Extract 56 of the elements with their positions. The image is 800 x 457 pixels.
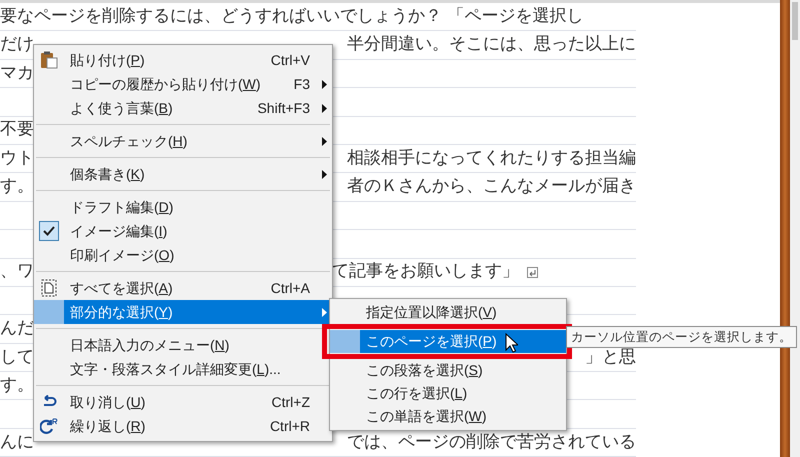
- shortcut-text: Shift+F3: [257, 98, 310, 118]
- submenu-arrow-icon: [322, 136, 326, 146]
- menu-item[interactable]: イメージ編集(I): [34, 219, 332, 243]
- document-text: 半分間違い。そこには、思った以上に: [347, 33, 636, 56]
- document-text: んに: [0, 430, 35, 454]
- document-text: 、ワ: [0, 260, 35, 284]
- document-text: す。: [0, 374, 35, 397]
- shortcut-text: F3: [294, 74, 310, 94]
- shortcut-text: Ctrl+V: [270, 50, 310, 70]
- document-text: 者のＫさんから、こんなメールが届き: [347, 175, 636, 198]
- document-text: 不要: [0, 118, 35, 142]
- menu-item[interactable]: 日本語入力のメニュー(N): [34, 333, 332, 357]
- menu-item[interactable]: ドラフト編集(D): [34, 195, 332, 219]
- document-text: 相談相手になってくれたりする担当編: [347, 146, 636, 170]
- menu-item[interactable]: 部分的な選択(Y): [34, 300, 332, 324]
- redo-icon: [40, 418, 58, 434]
- menu-item[interactable]: この行を選択(L): [330, 382, 566, 405]
- menu-item[interactable]: 印刷イメージ(O): [34, 243, 332, 267]
- submenu-arrow-icon: [322, 308, 326, 316]
- submenu-arrow-icon: [322, 104, 326, 112]
- submenu-arrow-icon: [322, 80, 326, 88]
- menu-item[interactable]: コピーの履歴から貼り付け(W) F3: [34, 72, 332, 96]
- menu-item[interactable]: 繰り返し(R) Ctrl+R: [34, 414, 332, 438]
- checkmark-icon: [39, 221, 59, 241]
- document-text: 」と思: [585, 346, 636, 369]
- shortcut-text: Ctrl+Z: [272, 392, 310, 412]
- document-text: ウト: [0, 146, 35, 170]
- menu-item[interactable]: 貼り付け(P) Ctrl+V: [34, 48, 332, 72]
- document-text: だけ: [0, 33, 35, 56]
- menu-item[interactable]: 文字・段落スタイル詳細変更(L)...: [34, 357, 332, 381]
- document-text: マカ: [0, 62, 35, 85]
- document-text: す。: [0, 175, 35, 198]
- document-text: て記事をお願いします」: [332, 260, 519, 284]
- submenu-arrow-icon: [322, 170, 326, 178]
- menu-item[interactable]: 個条書き(K): [34, 162, 332, 186]
- menu-item[interactable]: 取り消し(U) Ctrl+Z: [34, 390, 332, 414]
- document-text: 要なページを削除するには、どうすればいいでしょうか？ 「ページを選択し: [0, 4, 584, 28]
- clipboard-icon: [40, 51, 58, 69]
- document-text: して: [0, 346, 35, 369]
- scrollbar[interactable]: [790, 0, 800, 457]
- menu-item[interactable]: このページを選択(P): [330, 330, 566, 353]
- shortcut-text: Ctrl+A: [270, 278, 310, 298]
- document-text: では、ページの削除で苦労されている: [347, 430, 636, 454]
- shortcut-text: Ctrl+R: [270, 416, 310, 436]
- menu-item[interactable]: よく使う言葉(B) Shift+F3: [34, 96, 332, 120]
- menu-item[interactable]: スペルチェック(H): [34, 129, 332, 153]
- document-text: んだ: [0, 317, 35, 340]
- menu-item[interactable]: すべてを選択(A) Ctrl+A: [34, 276, 332, 300]
- page-select-icon: [41, 279, 57, 297]
- menu-item[interactable]: 指定位置以降選択(V): [330, 301, 566, 324]
- menu-item[interactable]: この単語を選択(W): [330, 405, 566, 428]
- tooltip: カーソル位置のページを選択します。: [566, 326, 797, 348]
- mouse-cursor-icon: [505, 333, 518, 353]
- paragraph-mark-icon: [527, 266, 538, 278]
- undo-icon: [41, 395, 57, 409]
- menu-item[interactable]: この段落を選択(S): [330, 359, 566, 382]
